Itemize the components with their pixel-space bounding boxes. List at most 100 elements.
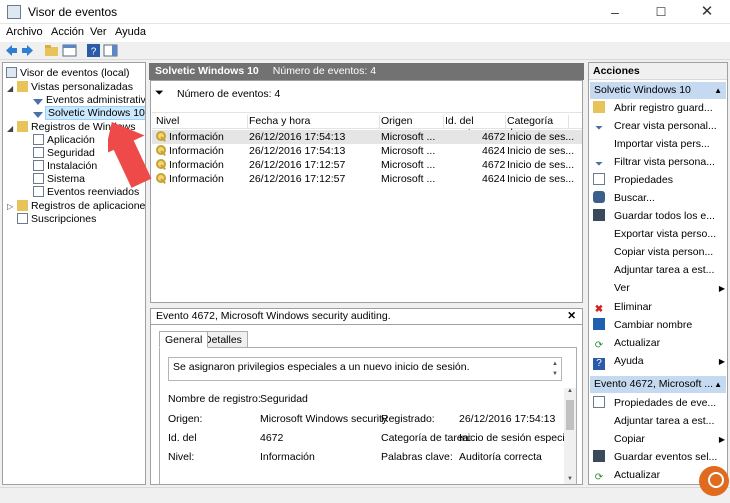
row-category: Inicio de ses...	[507, 131, 575, 143]
filter-icon: ⏷	[595, 159, 603, 170]
keywords-value: Auditoría correcta	[459, 451, 542, 463]
event-message: Se asignaron privilegios especiales a un…	[173, 361, 470, 373]
action-refresh[interactable]: ⟳ Actualizar	[593, 335, 725, 352]
action-event-properties[interactable]: Propiedades de eve...	[593, 395, 725, 412]
task-category-label: Categoría de tarea:	[381, 432, 472, 444]
tree-log-sistema[interactable]: Sistema	[33, 172, 85, 186]
status-bar	[0, 487, 730, 503]
row-source: Microsoft ...	[381, 173, 436, 185]
view-icon	[593, 281, 605, 293]
event-message-box[interactable]: Se asignaron privilegios especiales a un…	[168, 357, 562, 381]
actions-section-event[interactable]: Evento 4672, Microsoft ... ▲	[590, 376, 726, 393]
action-export-custom-view[interactable]: Exportar vista perso...	[593, 226, 725, 243]
actions-section-view[interactable]: Solvetic Windows 10 ▲	[590, 82, 726, 99]
action-import-custom-view[interactable]: Importar vista pers...	[593, 136, 725, 153]
help-icon: ?	[593, 358, 605, 370]
watermark-logo-icon	[699, 466, 729, 496]
detail-scrollbar[interactable]: ▲ ▼	[564, 388, 576, 484]
collapse-arrow-icon[interactable]: ◢	[7, 124, 13, 133]
action-rename[interactable]: Cambiar nombre	[593, 317, 725, 334]
key-icon	[156, 173, 166, 183]
tree-app-services-logs[interactable]: Registros de aplicaciones y s	[17, 199, 145, 213]
close-detail-button[interactable]: ✕	[567, 309, 576, 324]
log-icon	[33, 147, 44, 158]
tree-custom-views[interactable]: Vistas personalizadas	[17, 80, 133, 94]
menu-ayuda[interactable]: Ayuda	[115, 26, 146, 38]
minimize-button[interactable]: –	[592, 0, 638, 24]
action-save-all-events[interactable]: Guardar todos los e...	[593, 208, 725, 225]
action-open-saved-log[interactable]: Abrir registro guard...	[593, 100, 725, 117]
action-help-submenu[interactable]: ? Ayuda ▶	[593, 353, 725, 370]
maximize-button[interactable]: ☐	[638, 0, 684, 24]
column-id-evento[interactable]: Id. del evento	[445, 115, 506, 139]
action-attach-task-event[interactable]: Adjuntar tarea a est...	[593, 413, 725, 430]
copy-icon	[593, 432, 605, 444]
event-viewer-app-icon	[7, 5, 21, 19]
filter-icon	[33, 99, 43, 105]
message-scroll-arrows[interactable]: ▲ ▼	[550, 359, 560, 379]
tree-subscriptions[interactable]: Suscripciones	[17, 212, 96, 226]
collapse-caret-icon[interactable]: ▲	[714, 376, 722, 393]
scroll-thumb[interactable]	[566, 400, 574, 430]
row-datetime: 26/12/2016 17:12:57	[249, 173, 346, 185]
action-save-selected-events[interactable]: Guardar eventos sel...	[593, 449, 725, 466]
column-nivel[interactable]: Nivel	[156, 115, 248, 129]
close-button[interactable]: ✕	[684, 0, 730, 24]
tab-general[interactable]: General	[159, 331, 209, 348]
scroll-up-arrow-icon[interactable]: ▲	[564, 388, 576, 398]
action-copy-submenu[interactable]: Copiar ▶	[593, 431, 725, 448]
show-hide-action-pane-icon[interactable]	[103, 43, 118, 58]
task-icon	[593, 263, 605, 275]
back-arrow-icon[interactable]	[4, 43, 19, 58]
row-level: Información	[169, 173, 224, 185]
table-row[interactable]: Información 26/12/2016 17:12:57 Microsof…	[152, 172, 582, 186]
action-create-custom-view[interactable]: ⏷ Crear vista personal...	[593, 118, 725, 135]
collapse-arrow-icon[interactable]: ◢	[7, 84, 13, 93]
action-copy-custom-view[interactable]: Copiar vista person...	[593, 244, 725, 261]
level-label: Nivel:	[168, 451, 195, 463]
level-value: Información	[260, 451, 315, 463]
show-hide-tree-icon[interactable]	[62, 43, 77, 58]
expand-arrow-icon[interactable]: ▷	[7, 202, 13, 211]
menu-archivo[interactable]: Archivo	[6, 26, 43, 38]
collapse-caret-icon[interactable]: ▲	[714, 82, 722, 99]
delete-icon: ✖	[594, 304, 604, 315]
menu-ver[interactable]: Ver	[90, 26, 107, 38]
row-level: Información	[169, 131, 224, 143]
table-row[interactable]: Información 26/12/2016 17:12:57 Microsof…	[152, 158, 582, 172]
filter-icon	[33, 112, 43, 118]
folder-up-icon[interactable]	[44, 43, 59, 58]
tree-root[interactable]: Visor de eventos (local)	[6, 66, 130, 80]
column-fecha-hora[interactable]: Fecha y hora	[249, 115, 380, 129]
action-filter-custom-view[interactable]: ⏷ Filtrar vista persona...	[593, 154, 725, 171]
action-delete[interactable]: ✖ Eliminar	[593, 299, 725, 316]
row-datetime: 26/12/2016 17:12:57	[249, 159, 346, 171]
column-categoria[interactable]: Categoría d...	[507, 115, 569, 139]
tree-log-aplicacion[interactable]: Aplicación	[33, 133, 95, 147]
event-list: ⏷ Número de eventos: 4 Nivel Fecha y hor…	[150, 80, 583, 303]
scroll-down-arrow-icon[interactable]: ▼	[564, 476, 576, 484]
filter-count: Número de eventos: 4	[177, 88, 281, 100]
tree-log-seguridad[interactable]: Seguridad	[33, 146, 95, 160]
properties-icon	[593, 173, 605, 185]
event-viewer-icon	[6, 67, 17, 78]
table-row[interactable]: Información 26/12/2016 17:54:13 Microsof…	[152, 144, 582, 158]
help-icon[interactable]: ?	[86, 43, 101, 58]
forward-arrow-icon[interactable]	[20, 43, 35, 58]
table-row[interactable]: Información 26/12/2016 17:54:13 Microsof…	[152, 130, 582, 144]
save-icon	[593, 209, 605, 221]
tree-admin-events[interactable]: Eventos administrativos	[33, 93, 145, 107]
title-bar: Visor de eventos – ☐ ✕	[0, 0, 730, 24]
row-source: Microsoft ...	[381, 131, 436, 143]
event-detail-title: Evento 4672, Microsoft Windows security …	[156, 310, 391, 322]
row-level: Información	[169, 159, 224, 171]
action-attach-task[interactable]: Adjuntar tarea a est...	[593, 262, 725, 279]
column-origen[interactable]: Origen	[381, 115, 444, 129]
tree-log-instalacion[interactable]: Instalación	[33, 159, 97, 173]
action-find[interactable]: Buscar...	[593, 190, 725, 207]
actions-title: Acciones	[589, 63, 727, 80]
action-view-submenu[interactable]: Ver ▶	[593, 280, 725, 297]
action-properties[interactable]: Propiedades	[593, 172, 725, 189]
key-icon	[156, 131, 166, 141]
menu-accion[interactable]: Acción	[51, 26, 84, 38]
